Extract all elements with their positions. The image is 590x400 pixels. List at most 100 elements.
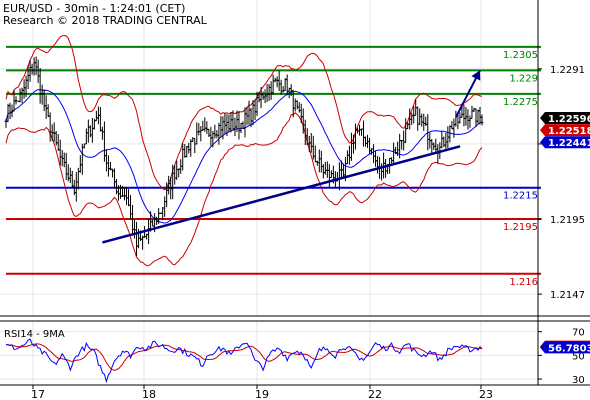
ohlc-bar	[259, 87, 263, 109]
ohlc-bar	[56, 134, 60, 151]
ohlc-bar	[98, 107, 102, 132]
ohlc-bar	[470, 105, 474, 120]
rsi-grid	[0, 321, 538, 385]
ohlc-bar	[462, 104, 466, 127]
ohlc-bar	[309, 133, 313, 153]
ohlc-bar	[195, 122, 199, 145]
ohlc-bar	[247, 100, 251, 125]
level-label-4: 1.2195	[503, 222, 538, 233]
ohlc-bar	[281, 86, 285, 93]
ohlc-bar	[400, 139, 404, 150]
ohlc-bar	[44, 95, 48, 119]
ohlc-bar	[86, 119, 90, 143]
ohlc-bar	[321, 163, 325, 179]
ohlc-bar	[209, 126, 213, 147]
ohlc-bar	[430, 138, 434, 154]
price-tag-2-text: 1.22441	[548, 138, 590, 149]
ohlc-bar	[191, 137, 195, 142]
ohlc-bar	[466, 109, 470, 130]
support-trendline	[102, 145, 461, 244]
ohlc-bar	[285, 74, 289, 96]
ohlc-bar	[78, 155, 82, 173]
ohlc-bar	[416, 106, 420, 131]
ohlc-bar	[70, 170, 74, 189]
ohlc-bar	[112, 168, 116, 189]
level-label-5: 1.216	[509, 277, 538, 288]
price-tags: 1.225961.225181.2244157.343356.7803	[540, 111, 590, 354]
ohlc-bar	[94, 110, 98, 122]
ohlc-bar	[199, 125, 203, 142]
ohlc-bar	[193, 138, 197, 154]
ohlc-bar	[253, 99, 257, 121]
ohlc-bar	[22, 79, 26, 99]
ohlc-bar	[327, 163, 331, 188]
ohlc-bar	[187, 142, 191, 154]
ohlc-bar	[271, 74, 275, 95]
ohlc-bar	[267, 84, 271, 101]
ohlc-bar	[374, 150, 378, 167]
ohlc-bar	[205, 121, 209, 134]
moving-average	[5, 89, 483, 224]
level-label-3: 1.2215	[503, 191, 538, 202]
ohlc-bar	[100, 126, 104, 140]
ohlc-bar	[207, 128, 211, 138]
ohlc-bar	[151, 219, 155, 227]
ohlc-bar	[125, 187, 129, 206]
ohlc-bar	[452, 118, 456, 138]
ohlc-bar	[18, 88, 22, 103]
ohlc-bar	[110, 168, 114, 178]
ohlc-bar	[135, 221, 139, 257]
ohlc-bar	[127, 189, 131, 207]
rsi-tick-label-2: 70	[572, 328, 585, 339]
ohlc-bar	[317, 149, 321, 173]
ohlc-bar	[277, 70, 281, 92]
price-tick-label-3: 1.2291	[550, 65, 585, 76]
ohlc-bar	[303, 119, 307, 146]
ohlc-bar	[376, 156, 380, 174]
ohlc-bar	[229, 111, 233, 133]
ohlc-bar	[203, 117, 207, 132]
ohlc-bar	[14, 96, 18, 105]
ohlc-bar	[440, 131, 444, 149]
ohlc-bar	[458, 112, 462, 124]
ohlc-bar	[293, 98, 297, 112]
ohlc-bar	[325, 161, 329, 178]
ohlc-bar	[368, 138, 372, 154]
ohlc-bar	[183, 144, 187, 158]
ohlc-bar	[46, 104, 50, 117]
ohlc-bar	[349, 132, 353, 161]
ohlc-bar	[227, 114, 231, 132]
ohlc-bar	[420, 113, 424, 127]
time-tick-label-2: 19	[255, 388, 269, 400]
ohlc-bar	[42, 89, 46, 112]
ohlc-bar	[372, 144, 376, 164]
ohlc-bar	[345, 150, 349, 165]
ohlc-bar	[364, 136, 368, 147]
ohlc-bar	[347, 145, 351, 165]
axes: 1.21471.21951.22431.22913050701718192223	[0, 0, 590, 400]
ohlc-bar	[323, 161, 327, 175]
ohlc-bar	[337, 162, 341, 191]
ohlc-bar	[450, 121, 454, 130]
ohlc-bar	[422, 113, 426, 131]
ohlc-bar	[84, 128, 88, 145]
bollinger-lower	[5, 111, 483, 267]
ohlc-bar	[64, 152, 68, 181]
rsi-tick-label-0: 30	[572, 375, 585, 386]
ohlc-bar	[185, 146, 189, 158]
ohlc-bar	[52, 122, 56, 142]
price-tag-0-text: 1.22596	[548, 114, 590, 125]
ohlc-bar	[468, 115, 472, 128]
ohlc-bar	[359, 128, 363, 136]
rsi-tag-1-text: 56.7803	[548, 343, 590, 354]
chart-screen: 1.2305 1.229 1.2275 1.2215 1.2195 1.216 1.214…	[0, 0, 590, 400]
ohlc-bar	[384, 158, 388, 178]
ohlc-bar	[80, 143, 84, 175]
ohlc-bar	[444, 132, 448, 149]
ohlc-bar	[106, 155, 110, 177]
ohlc-bar	[357, 124, 361, 136]
header-copyright: Research © 2018 TRADING CENTRAL	[3, 14, 208, 27]
ohlc-bar	[261, 91, 265, 100]
rsi-lines	[5, 338, 483, 384]
time-tick-label-4: 23	[479, 388, 493, 400]
